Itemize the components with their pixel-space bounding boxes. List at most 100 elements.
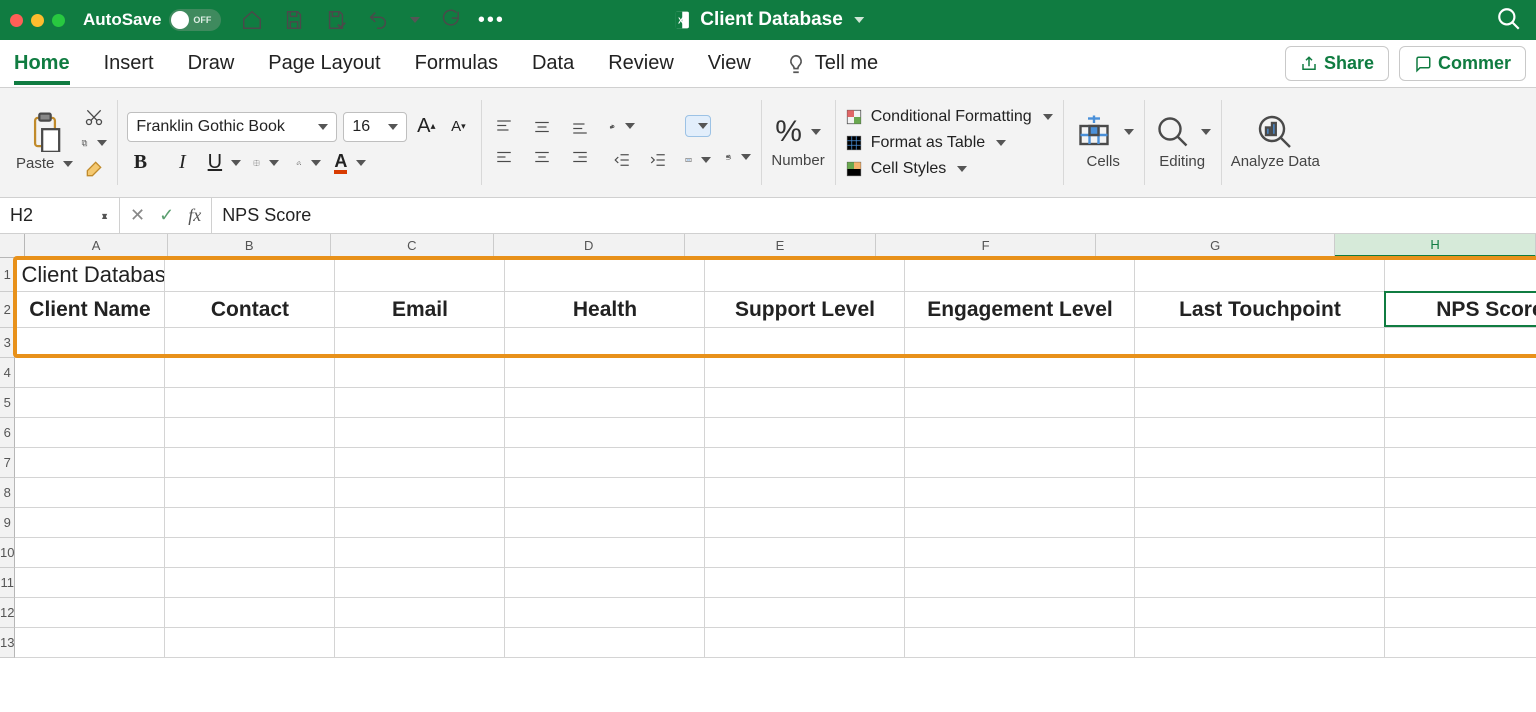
tab-data[interactable]: Data <box>532 52 574 75</box>
close-window-button[interactable] <box>10 14 23 27</box>
align-bottom-icon[interactable] <box>567 116 593 138</box>
cell-A3[interactable] <box>15 328 165 357</box>
home-icon[interactable] <box>239 9 265 31</box>
cell-H1[interactable] <box>1385 258 1536 291</box>
borders-button[interactable] <box>253 152 279 174</box>
cell-H5[interactable] <box>1385 388 1536 417</box>
cell-A11[interactable] <box>15 568 165 597</box>
cell-B11[interactable] <box>165 568 335 597</box>
tell-me[interactable]: Tell me <box>785 52 878 75</box>
cell-F4[interactable] <box>905 358 1135 387</box>
cell-D7[interactable] <box>505 448 705 477</box>
cell-F13[interactable] <box>905 628 1135 657</box>
comments-button[interactable]: Commer <box>1399 46 1526 81</box>
orientation-icon[interactable]: ab <box>609 115 635 137</box>
row-header-7[interactable]: 7 <box>0 448 15 478</box>
cell-B6[interactable] <box>165 418 335 447</box>
search-button[interactable] <box>1496 6 1522 35</box>
row-header-6[interactable]: 6 <box>0 418 15 448</box>
fx-icon[interactable]: fx <box>188 205 201 226</box>
cell-D2[interactable]: Health <box>505 292 705 327</box>
align-left-icon[interactable] <box>491 146 517 168</box>
cell-A7[interactable] <box>15 448 165 477</box>
cell-C3[interactable] <box>335 328 505 357</box>
cell-C2[interactable]: Email <box>335 292 505 327</box>
cell-F2[interactable]: Engagement Level <box>905 292 1135 327</box>
cell-A12[interactable] <box>15 598 165 627</box>
cell-B1[interactable] <box>165 258 335 291</box>
cell-C6[interactable] <box>335 418 505 447</box>
cell-G9[interactable] <box>1135 508 1385 537</box>
cell-A1[interactable]: Client Database <box>15 258 165 291</box>
cell-G12[interactable] <box>1135 598 1385 627</box>
column-header-G[interactable]: G <box>1096 234 1335 257</box>
cell-F5[interactable] <box>905 388 1135 417</box>
cell-C4[interactable] <box>335 358 505 387</box>
cell-E2[interactable]: Support Level <box>705 292 905 327</box>
autosave-toggle[interactable]: OFF <box>169 9 221 31</box>
cell-E9[interactable] <box>705 508 905 537</box>
cell-G6[interactable] <box>1135 418 1385 447</box>
cell-C5[interactable] <box>335 388 505 417</box>
copy-icon[interactable] <box>81 132 107 154</box>
cell-C13[interactable] <box>335 628 505 657</box>
column-header-D[interactable]: D <box>494 234 685 257</box>
cell-B4[interactable] <box>165 358 335 387</box>
column-header-F[interactable]: F <box>876 234 1096 257</box>
formula-input[interactable]: NPS Score <box>212 198 1536 233</box>
decrease-font-icon[interactable]: A▾ <box>445 116 471 138</box>
increase-font-icon[interactable]: A▴ <box>413 116 439 138</box>
tab-view[interactable]: View <box>708 52 751 75</box>
cell-E11[interactable] <box>705 568 905 597</box>
cell-H6[interactable] <box>1385 418 1536 447</box>
underline-button[interactable]: U <box>211 152 237 174</box>
row-header-12[interactable]: 12 <box>0 598 15 628</box>
undo-dropdown-icon[interactable] <box>410 17 420 23</box>
cell-H8[interactable] <box>1385 478 1536 507</box>
cell-E13[interactable] <box>705 628 905 657</box>
cell-C1[interactable] <box>335 258 505 291</box>
cell-styles-button[interactable]: Cell Styles <box>845 160 968 178</box>
cell-H10[interactable] <box>1385 538 1536 567</box>
cell-C7[interactable] <box>335 448 505 477</box>
font-color-button[interactable]: A <box>337 152 363 174</box>
cell-F3[interactable] <box>905 328 1135 357</box>
cell-C12[interactable] <box>335 598 505 627</box>
cell-F10[interactable] <box>905 538 1135 567</box>
cell-E12[interactable] <box>705 598 905 627</box>
cell-B9[interactable] <box>165 508 335 537</box>
row-header-1[interactable]: 1 <box>0 258 15 292</box>
analyze-data-button[interactable]: Analyze Data <box>1231 114 1320 171</box>
cell-F1[interactable] <box>905 258 1135 291</box>
document-title[interactable]: X Client Database <box>672 9 864 31</box>
italic-button[interactable]: I <box>169 152 195 174</box>
cell-A13[interactable] <box>15 628 165 657</box>
cell-B5[interactable] <box>165 388 335 417</box>
select-all-triangle[interactable] <box>0 234 25 257</box>
cell-D3[interactable] <box>505 328 705 357</box>
cell-C10[interactable] <box>335 538 505 567</box>
cell-A5[interactable] <box>15 388 165 417</box>
row-header-13[interactable]: 13 <box>0 628 15 658</box>
cell-H2[interactable]: NPS Score <box>1385 292 1536 327</box>
cell-H4[interactable] <box>1385 358 1536 387</box>
tab-review[interactable]: Review <box>608 52 674 75</box>
cut-icon[interactable] <box>81 106 107 128</box>
row-header-8[interactable]: 8 <box>0 478 15 508</box>
conditional-formatting-button[interactable]: Conditional Formatting <box>845 108 1053 126</box>
cell-F6[interactable] <box>905 418 1135 447</box>
font-size-select[interactable]: 16 <box>343 112 407 142</box>
cell-C11[interactable] <box>335 568 505 597</box>
cell-G3[interactable] <box>1135 328 1385 357</box>
cell-D9[interactable] <box>505 508 705 537</box>
cell-A10[interactable] <box>15 538 165 567</box>
align-right-icon[interactable] <box>567 146 593 168</box>
zoom-window-button[interactable] <box>52 14 65 27</box>
cell-D10[interactable] <box>505 538 705 567</box>
cell-G2[interactable]: Last Touchpoint <box>1135 292 1385 327</box>
cell-D6[interactable] <box>505 418 705 447</box>
cell-F9[interactable] <box>905 508 1135 537</box>
cell-A4[interactable] <box>15 358 165 387</box>
fill-color-button[interactable] <box>295 152 321 174</box>
cell-D4[interactable] <box>505 358 705 387</box>
